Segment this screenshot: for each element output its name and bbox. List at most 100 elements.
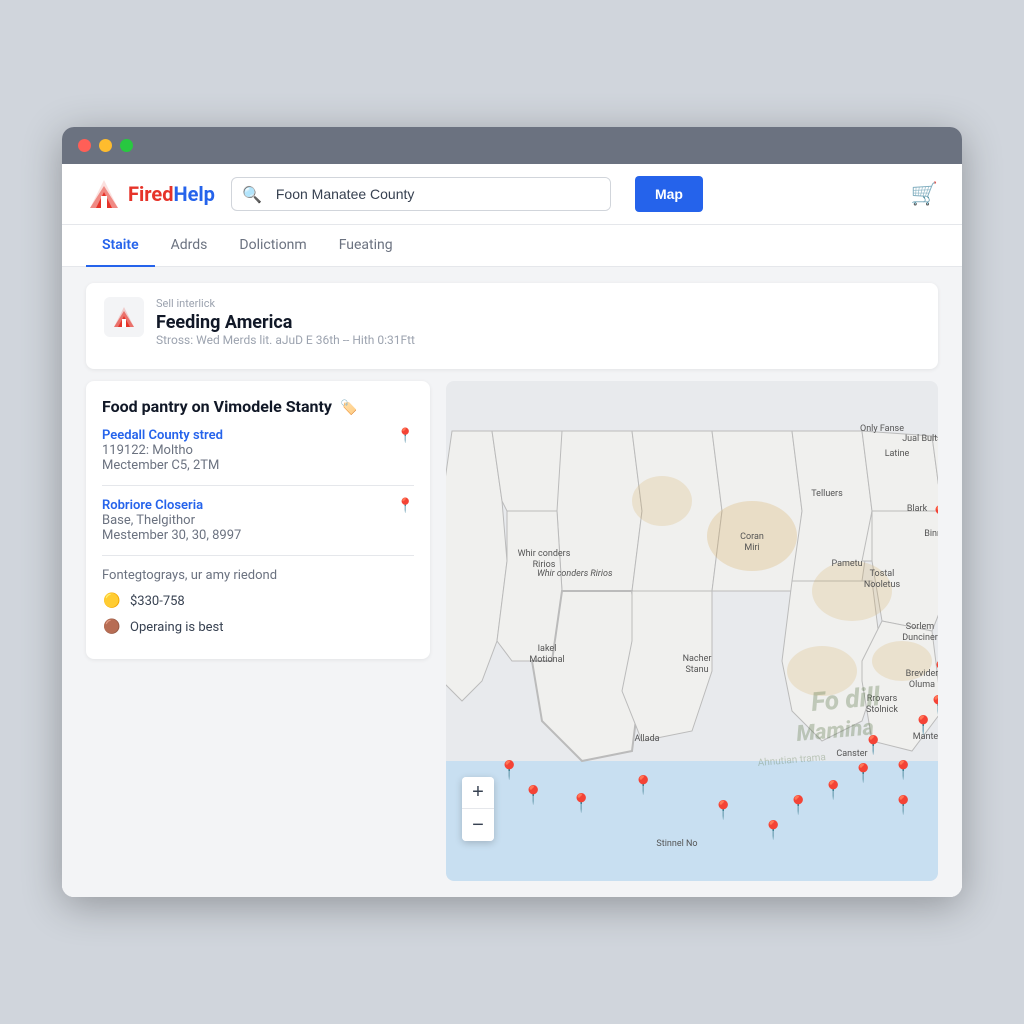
header: FiredHelp 🔍 Map 🛒 [62,164,962,225]
map-panel: Whir conders Ririos Whir conders Ririos … [446,381,938,881]
svg-text:Telluers: Telluers [811,489,843,499]
svg-text:📍: 📍 [937,599,938,621]
info-title: Fontegtograys, ur amy riedond [102,568,414,583]
svg-text:📍: 📍 [522,784,544,806]
minimize-button[interactable] [99,139,112,152]
svg-text:Ririos: Ririos [533,560,556,570]
svg-text:Iakel: Iakel [538,644,557,654]
map-button[interactable]: Map [635,176,703,212]
svg-text:📍: 📍 [712,799,734,821]
svg-text:Motional: Motional [529,655,564,665]
tab-staite[interactable]: Staite [86,225,155,267]
pin-icon-1: 📍 [397,428,414,444]
svg-text:Oluma: Oluma [909,680,935,690]
address-text-1b: Mectember C5, 2TM [102,458,414,473]
main-content: Sell interlick Feeding America Stross: W… [62,267,962,897]
org-name: Feeding America [156,312,415,333]
svg-text:📍: 📍 [927,694,938,716]
svg-text:Fo dill: Fo dill [810,682,882,718]
address-block-1: 📍 Peedall County stred 119122: Moltho Me… [102,428,414,486]
two-col-layout: Food pantry on Vimodele Stanty 🏷️ 📍 Peed… [86,381,938,881]
zoom-in-button[interactable]: + [462,777,494,809]
address-link-1[interactable]: Peedall County stred [102,428,414,443]
panel-badge: 🏷️ [340,400,357,416]
svg-text:📍: 📍 [892,794,914,816]
close-button[interactable] [78,139,91,152]
svg-text:Nooletus: Nooletus [864,580,901,590]
address-link-2[interactable]: Robriore Closeria [102,498,414,513]
pin-icon-2: 📍 [397,498,414,514]
tab-fueating[interactable]: Fueating [323,225,409,267]
map-svg: Whir conders Ririos Whir conders Ririos … [446,381,938,881]
svg-text:Stinnel No: Stinnel No [656,839,697,849]
cart-icon[interactable]: 🛒 [911,182,938,207]
org-logo [104,297,144,337]
logo-text: FiredHelp [128,182,215,206]
address-block-2: 📍 Robriore Closeria Base, Thelgithor Mes… [102,498,414,556]
svg-text:Tostal: Tostal [870,569,895,579]
price-text: $330-758 [130,594,185,609]
zoom-controls: + − [462,777,494,841]
browser-titlebar [62,127,962,164]
more-info: Fontegtograys, ur amy riedond 🟡 $330-758… [102,568,414,637]
svg-text:📍: 📍 [787,794,809,816]
svg-text:📍: 📍 [852,762,874,784]
price-icon: 🟡 [102,591,122,611]
svg-text:📍: 📍 [932,534,938,556]
left-panel: Food pantry on Vimodele Stanty 🏷️ 📍 Peed… [86,381,446,881]
tab-adrds[interactable]: Adrds [155,225,224,267]
svg-text:📍: 📍 [892,759,914,781]
org-header: Sell interlick Feeding America Stross: W… [104,297,920,347]
svg-text:Coran: Coran [740,532,764,542]
browser-window: FiredHelp 🔍 Map 🛒 Staite Adrds Doliction… [62,127,962,897]
search-icon: 🔍 [232,185,272,204]
svg-text:Latine: Latine [885,449,910,459]
svg-text:Miri: Miri [744,543,759,553]
svg-text:Only Fanse: Only Fanse [860,424,904,434]
left-panel-card: Food pantry on Vimodele Stanty 🏷️ 📍 Peed… [86,381,430,659]
maximize-button[interactable] [120,139,133,152]
logo[interactable]: FiredHelp [86,176,215,212]
org-label: Sell interlick [156,297,415,310]
org-meta: Stross: Wed Merds lit. aJuD E 36th -- Hi… [156,333,415,347]
svg-text:📍: 📍 [930,659,938,681]
panel-title-row: Food pantry on Vimodele Stanty 🏷️ [102,397,414,416]
zoom-out-button[interactable]: − [462,809,494,841]
svg-text:Allada: Allada [634,734,659,744]
hours-icon: 🟤 [102,617,122,637]
tab-dolictionm[interactable]: Dolictionm [223,225,322,267]
svg-text:Whir conders: Whir conders [518,549,571,559]
address-text-2a: Base, Thelgithor [102,513,414,528]
svg-text:Jual Bults: Jual Bults [902,434,938,444]
panel-title: Food pantry on Vimodele Stanty [102,397,332,416]
svg-text:📍: 📍 [937,564,938,586]
svg-text:Blark: Blark [907,504,928,514]
org-info: Sell interlick Feeding America Stross: W… [156,297,415,347]
svg-text:📍: 📍 [935,624,938,646]
address-text-2b: Mestember 30, 30, 8997 [102,528,414,543]
map-container[interactable]: Whir conders Ririos Whir conders Ririos … [446,381,938,881]
nav-tabs: Staite Adrds Dolictionm Fueating [62,225,962,267]
info-row-price: 🟡 $330-758 [102,591,414,611]
svg-text:Pametu: Pametu [831,559,862,569]
svg-text:Whir conders Ririos: Whir conders Ririos [537,569,613,579]
svg-text:📍: 📍 [822,779,844,801]
logo-icon [86,176,122,212]
svg-text:Dunciner: Dunciner [902,633,938,643]
svg-text:📍: 📍 [929,504,938,526]
svg-text:📍: 📍 [912,714,934,736]
svg-text:📍: 📍 [632,774,654,796]
svg-text:📍: 📍 [570,792,592,814]
svg-text:Sorlem: Sorlem [906,622,934,632]
svg-text:Nacher: Nacher [683,654,712,664]
org-card: Sell interlick Feeding America Stross: W… [86,283,938,369]
svg-text:📍: 📍 [498,759,520,781]
svg-text:📍: 📍 [762,819,784,841]
address-text-1a: 119122: Moltho [102,443,414,458]
info-row-hours: 🟤 Operaing is best [102,617,414,637]
svg-text:📍: 📍 [862,734,884,756]
svg-text:Stanu: Stanu [685,665,708,675]
hours-text: Operaing is best [130,620,223,635]
browser-content: FiredHelp 🔍 Map 🛒 Staite Adrds Doliction… [62,164,962,897]
search-input[interactable] [272,178,610,210]
